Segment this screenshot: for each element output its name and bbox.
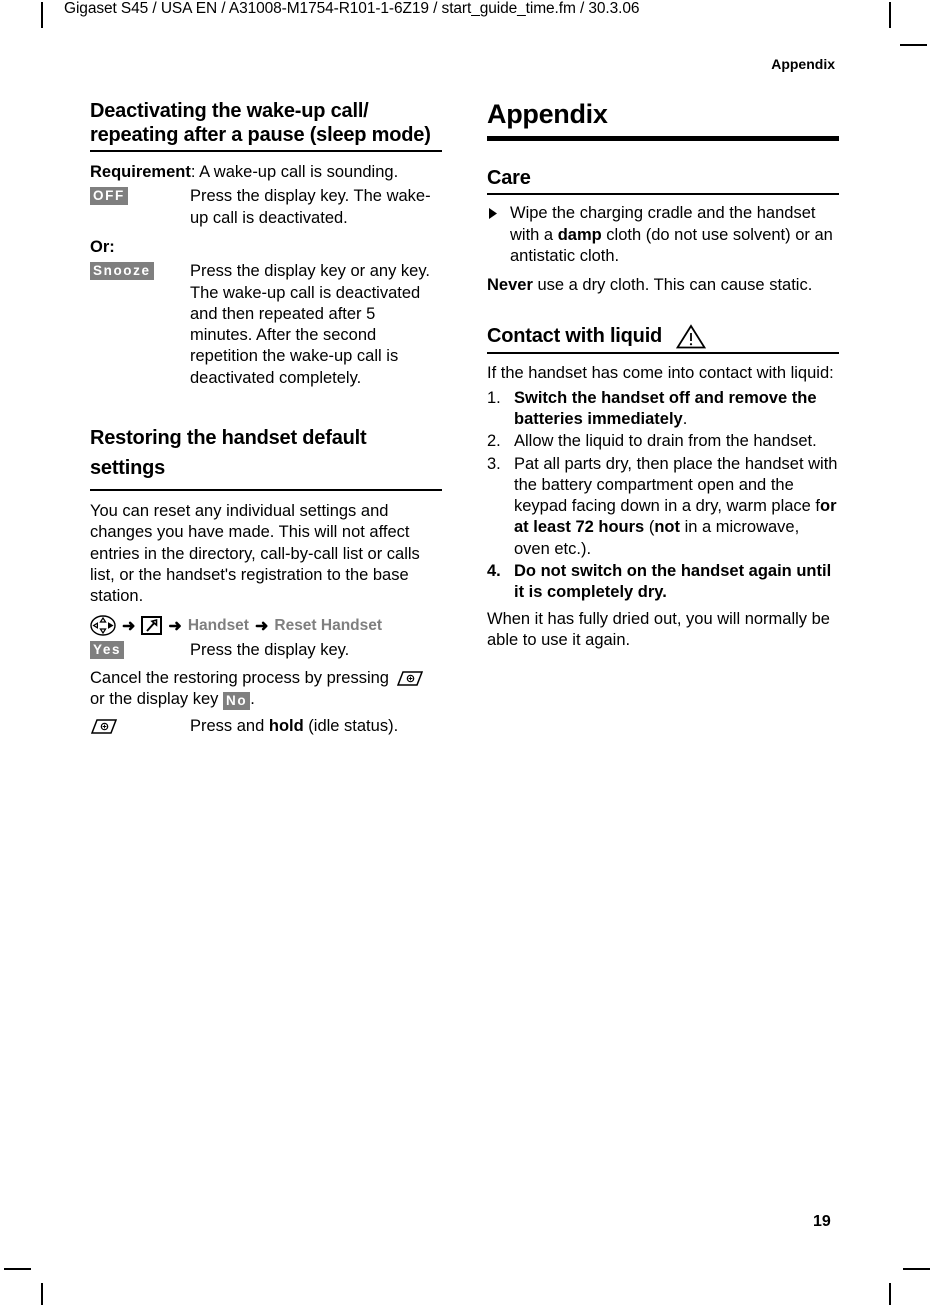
softkey-off[interactable]: OFF: [90, 187, 128, 206]
crop-mark-bottom-right-horizontal: [903, 1268, 930, 1270]
care-note-bold: Never: [487, 276, 533, 295]
step-number: 1.: [487, 388, 501, 407]
hold-text-bold: hold: [268, 717, 304, 736]
cancel-paragraph: Cancel the restoring process by pressing…: [90, 668, 442, 711]
warning-triangle-icon: [676, 324, 707, 349]
menu-item-reset-handset[interactable]: Reset Handset: [274, 617, 382, 635]
crop-mark-top-left: [41, 2, 43, 28]
section-restore-defaults: Restoring the handset default settings Y…: [90, 423, 442, 738]
section-contact-with-liquid: Contact with liquid If the handset has c…: [487, 324, 839, 651]
restore-intro: You can reset any individual settings an…: [90, 502, 420, 606]
step-number: 3.: [487, 454, 501, 473]
step-plain-text: .: [682, 409, 688, 428]
crop-mark-bottom-left-horizontal: [4, 1268, 31, 1270]
requirement-text: : A wake-up call is sounding.: [190, 163, 399, 182]
step-bold-text: Switch the handset off and remove the ba…: [514, 388, 817, 428]
softkey-no[interactable]: No: [223, 691, 251, 710]
step-bold-text: Do not switch on the handset again until…: [514, 561, 832, 602]
care-bullet-text-bold: damp: [557, 225, 602, 244]
softkey-off-cell: OFF: [90, 186, 190, 206]
menu-item-handset[interactable]: Handset: [188, 617, 249, 635]
key-row-snooze-description: Press the display key or any key. The wa…: [190, 262, 430, 387]
liquid-steps-list: 1. Switch the handset off and remove the …: [487, 388, 839, 604]
step-plain-middle: (: [644, 518, 655, 537]
cancel-text-middle: or the display key: [90, 689, 219, 708]
step-bold-text-2: not: [654, 518, 680, 537]
page-number: 19: [813, 1213, 831, 1230]
left-column: Deactivating the wake-up call/ repeating…: [90, 100, 442, 742]
cancel-text-before: Cancel the restoring process by pressing: [90, 668, 389, 687]
end-call-key-icon[interactable]: [90, 718, 118, 735]
step-plain-prefix: Pat all parts dry, then place the handse…: [514, 454, 838, 516]
section-liquid-heading: Contact with liquid: [487, 324, 839, 349]
chapter-rule: [487, 135, 839, 141]
softkey-snooze-cell: Snooze: [90, 261, 190, 281]
softkey-yes-cell: Yes: [90, 640, 190, 660]
step-number: 2.: [487, 432, 501, 451]
crop-mark-top-right-horizontal: [900, 44, 927, 46]
menu-path: ➜ ➜ Handset ➜ Reset Handset: [90, 615, 442, 637]
cancel-text-after: .: [250, 689, 255, 708]
softkey-yes[interactable]: Yes: [90, 641, 125, 660]
running-head-left: Gigaset S45 / USA EN / A31008-M1754-R101…: [64, 0, 640, 17]
triangle-bullet-icon: [489, 208, 498, 220]
navigation-key-icon[interactable]: [90, 615, 116, 637]
section-liquid-heading-text: Contact with liquid: [487, 325, 663, 348]
key-row-snooze: Snooze Press the display key or any key.…: [90, 261, 442, 389]
section-rule: [487, 193, 839, 196]
arrow-icon: ➜: [168, 617, 182, 635]
section-rule: [90, 489, 442, 491]
chapter-title: Appendix: [487, 99, 608, 129]
hold-text-after: (idle status).: [303, 717, 399, 736]
crop-mark-bottom-left: [41, 1283, 43, 1305]
step-plain-text: Allow the liquid to drain from the hands…: [514, 432, 817, 451]
requirement-label: Requirement: [90, 163, 191, 182]
softkey-snooze[interactable]: Snooze: [90, 262, 154, 281]
section-sleep-mode-heading: Deactivating the wake-up call/ repeating…: [90, 100, 431, 146]
key-row-yes: Yes Press the display key.: [90, 640, 442, 661]
care-note: Never use a dry cloth. This can cause st…: [487, 275, 839, 296]
or-label: Or:: [90, 238, 115, 257]
end-call-key-cell: [90, 716, 190, 735]
key-row-hold-description: Press and hold (idle status).: [190, 716, 442, 737]
arrow-icon: ➜: [254, 617, 269, 635]
list-item: 2. Allow the liquid to drain from the han…: [487, 431, 839, 452]
list-item: 4. Do not switch on the handset again unt…: [487, 561, 839, 604]
key-row-off: OFF Press the display key. The wake-up c…: [90, 186, 442, 229]
key-row-off-description: Press the display key. The wake-up call …: [190, 187, 431, 227]
liquid-closing: When it has fully dried out, you will no…: [487, 609, 830, 649]
key-row-yes-description: Press the display key.: [190, 641, 350, 660]
section-care: Care Wipe the charging cradle and the ha…: [487, 167, 839, 297]
section-rule: [487, 352, 839, 355]
arrow-icon: ➜: [122, 617, 136, 635]
section-sleep-mode: Deactivating the wake-up call/ repeating…: [90, 100, 442, 389]
crop-mark-top-right: [889, 2, 891, 28]
care-note-rest: use a dry cloth. This can cause static.: [532, 276, 813, 295]
section-restore-heading: Restoring the handset default settings: [90, 427, 367, 479]
running-head-right: Appendix: [771, 56, 835, 72]
care-bullet-item: Wipe the charging cradle and the handset…: [487, 203, 839, 267]
list-item: 3. Pat all parts dry, then place the hand…: [487, 454, 839, 560]
step-number: 4.: [487, 561, 501, 580]
list-item: 1. Switch the handset off and remove the …: [487, 388, 839, 431]
liquid-intro: If the handset has come into contact wit…: [487, 364, 834, 383]
end-call-key-icon[interactable]: [396, 670, 424, 687]
section-rule: [90, 150, 442, 153]
requirement-paragraph: Requirement: A wake-up call is sounding.: [90, 162, 442, 183]
hold-text-before: Press and: [190, 717, 269, 736]
crop-mark-bottom-right: [889, 1283, 891, 1305]
section-care-heading: Care: [487, 166, 531, 189]
right-column: Appendix Care Wipe the charging cradle a…: [487, 99, 839, 655]
key-row-hold: Press and hold (idle status).: [90, 716, 442, 737]
settings-wrench-icon[interactable]: [141, 616, 163, 636]
